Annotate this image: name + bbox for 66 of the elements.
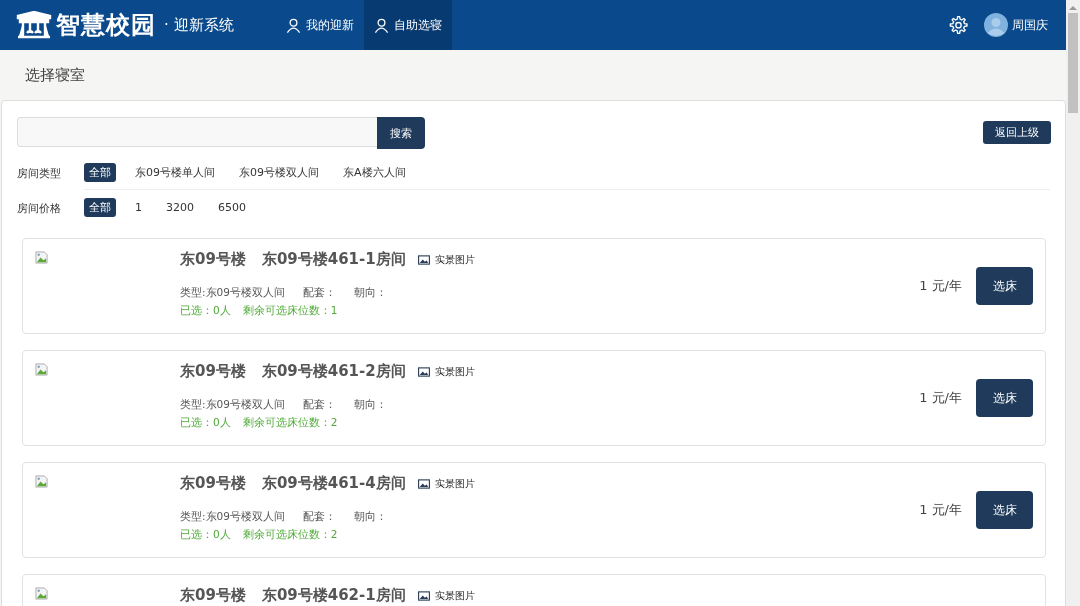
room-type: 类型:东09号楼双人间	[180, 286, 285, 300]
image-icon	[417, 590, 430, 601]
filter-option[interactable]: 1	[130, 199, 147, 216]
selected-count: 已选：0人	[180, 304, 231, 318]
logo-text: 智慧校园	[56, 10, 156, 41]
building-name: 东09号楼	[180, 250, 246, 269]
filter-option[interactable]: 东09号楼单人间	[130, 163, 220, 182]
nav-tab[interactable]: 自助选寝	[363, 0, 452, 50]
choose-bed-button[interactable]: 选床	[976, 379, 1033, 417]
building-name: 东09号楼	[180, 474, 246, 493]
page-title: 选择寝室	[24, 64, 86, 86]
photo-link[interactable]: 实景图片	[417, 252, 475, 267]
room-type: 类型:东09号楼双人间	[180, 510, 285, 524]
facilities-label: 配套：	[302, 398, 336, 412]
remaining-beds: 剩余可选床位数：2	[242, 416, 338, 430]
photo-link[interactable]: 实景图片	[417, 588, 475, 603]
filter-option[interactable]: 6500	[213, 199, 251, 216]
image-icon	[417, 366, 430, 377]
search-field[interactable]	[17, 117, 377, 147]
filter-option[interactable]: 全部	[84, 163, 116, 182]
building-name: 东09号楼	[180, 586, 246, 605]
user-name[interactable]: 周国庆	[1012, 16, 1048, 34]
system-title: · 迎新系统	[164, 15, 234, 35]
user-icon	[373, 17, 389, 33]
nav-tab[interactable]: 我的迎新	[275, 0, 364, 50]
photo-link[interactable]: 实景图片	[417, 476, 475, 491]
selected-count: 已选：0人	[180, 416, 231, 430]
remaining-beds: 剩余可选床位数：2	[242, 528, 338, 542]
filter-label: 房间价格	[17, 201, 62, 217]
scrollbar-drawing[interactable]	[1066, 0, 1080, 606]
room-price: 1 元/年	[919, 501, 962, 519]
filter-option[interactable]: 东09号楼双人间	[234, 163, 324, 182]
room-name: 东09号楼461-2房间	[261, 362, 406, 381]
facilities-label: 配套：	[302, 510, 336, 524]
facilities-label: 配套：	[302, 286, 336, 300]
broken-image-icon	[35, 251, 48, 264]
orientation-label: 朝向：	[353, 286, 387, 300]
orientation-label: 朝向：	[353, 510, 387, 524]
choose-bed-button[interactable]: 选床	[976, 267, 1033, 305]
filter-option[interactable]: 全部	[84, 198, 116, 217]
image-icon	[417, 254, 430, 265]
image-icon	[417, 478, 430, 489]
orientation-label: 朝向：	[353, 398, 387, 412]
room-name: 东09号楼461-4房间	[261, 474, 406, 493]
user-icon	[285, 17, 301, 33]
building-logo-icon	[16, 11, 52, 39]
choose-bed-button[interactable]: 选床	[976, 491, 1033, 529]
filter-option[interactable]: 东A楼六人间	[338, 163, 411, 182]
room-name: 东09号楼461-1房间	[261, 250, 406, 269]
room-price: 1 元/年	[919, 277, 962, 295]
avatar-icon[interactable]	[984, 13, 1008, 37]
filter-option[interactable]: 3200	[161, 199, 199, 216]
broken-image-icon	[35, 475, 48, 488]
back-button[interactable]: 返回上级	[983, 121, 1051, 144]
photo-link[interactable]: 实景图片	[417, 364, 475, 379]
filter-label: 房间类型	[17, 166, 62, 182]
remaining-beds: 剩余可选床位数：1	[242, 304, 338, 318]
room-name: 东09号楼462-1房间	[261, 586, 406, 605]
settings-icon[interactable]	[948, 15, 968, 35]
broken-image-icon	[35, 587, 48, 600]
selected-count: 已选：0人	[180, 528, 231, 542]
room-type: 类型:东09号楼双人间	[180, 398, 285, 412]
broken-image-icon	[35, 363, 48, 376]
room-price: 1 元/年	[919, 389, 962, 407]
search-button[interactable]: 搜索	[377, 117, 425, 149]
building-name: 东09号楼	[180, 362, 246, 381]
